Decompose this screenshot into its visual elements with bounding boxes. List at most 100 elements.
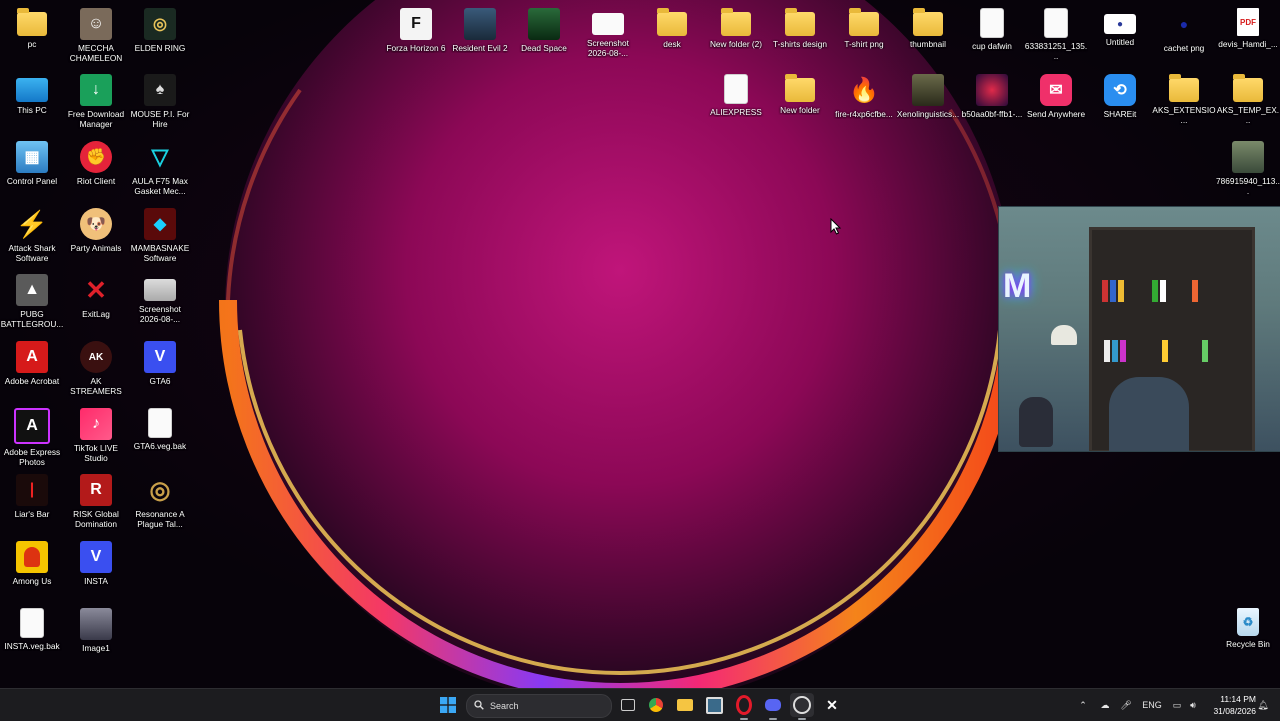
desktop-icon-riot-client[interactable]: ✊ Riot Client <box>64 137 128 201</box>
vegas-icon: V <box>144 341 176 373</box>
desktop-icon-adobe-express[interactable]: A Adobe Express Photos <box>0 404 64 468</box>
desktop-icon-party-animals[interactable]: 🐶 Party Animals <box>64 204 128 268</box>
desktop-icon-screenshot-1[interactable]: Screenshot 2026-08-... <box>128 270 192 334</box>
file-explorer-taskbar-button[interactable] <box>673 693 697 717</box>
desktop-icon-insta[interactable]: V INSTA <box>64 537 128 601</box>
image-icon: ● <box>1104 14 1136 34</box>
file-icon <box>724 74 748 104</box>
obs-taskbar-button[interactable] <box>790 693 814 720</box>
desktop-icon-attack-shark[interactable]: ⚡ Attack Shark Software <box>0 204 64 268</box>
desktop-icon-label: AK STREAMERS <box>70 376 122 396</box>
desktop-icon-thumbnail[interactable]: thumbnail <box>896 4 960 68</box>
image-icon <box>1044 8 1068 38</box>
desktop-icon-fire[interactable]: 🔥 fire-r4xp6cfbe... <box>832 70 896 134</box>
file-icon <box>148 408 172 438</box>
desktop-icon-label: Adobe Express Photos <box>3 447 61 467</box>
language-indicator[interactable]: ENG <box>1140 689 1164 721</box>
desktop-icon-mambasnake[interactable]: ◆ MAMBASNAKE Software <box>128 204 192 268</box>
desktop-icon-desk[interactable]: desk <box>640 4 704 68</box>
desktop-icon-cup-dafwin[interactable]: cup dafwin <box>960 4 1024 68</box>
forza-icon: F <box>400 8 432 40</box>
desktop-icon-b50aa0bf[interactable]: b50aa0bf-ffb1-... <box>960 70 1024 134</box>
desktop-icon-risk[interactable]: R RISK Global Domination <box>64 470 128 534</box>
snipping-tool-icon <box>705 696 723 714</box>
chrome-taskbar-button[interactable] <box>644 693 668 717</box>
cloud-icon: ☁ <box>1100 699 1110 710</box>
desktop-icon-ak-streamers[interactable]: AK AK STREAMERS <box>64 337 128 401</box>
start-button[interactable] <box>436 693 460 717</box>
desktop-icon-label: INSTA.veg.bak <box>4 641 60 651</box>
desktop-icon-forza-horizon-6[interactable]: F Forza Horizon 6 <box>384 4 448 68</box>
desktop-icon-aks-extension[interactable]: AKS_EXTENSIO... <box>1152 70 1216 134</box>
desktop-icon-elden-ring[interactable]: ◎ ELDEN RING <box>128 4 192 68</box>
desktop-icon-adobe-acrobat[interactable]: A Adobe Acrobat <box>0 337 64 401</box>
task-view-button[interactable] <box>616 693 640 717</box>
desktop-icon-mouse-pi[interactable]: ♠ MOUSE P.I. For Hire <box>128 70 192 134</box>
volume-tray-button[interactable]: 🔊︎ <box>1186 689 1200 721</box>
desktop-icon-786915940[interactable]: 786915940_113... <box>1216 137 1280 201</box>
desktop-icon-screenshot-2[interactable]: Screenshot 2026-08-... <box>576 4 640 68</box>
desktop-icon-insta-veg-bak[interactable]: INSTA.veg.bak <box>0 604 64 668</box>
control-panel-icon: ▦ <box>16 141 48 173</box>
taskbar-search-box[interactable]: Search <box>466 694 612 718</box>
image-icon <box>976 74 1008 106</box>
folder-icon <box>1233 74 1263 102</box>
desktop-icon-new-folder[interactable]: New folder <box>768 70 832 134</box>
desktop-icon-among-us[interactable]: Among Us <box>0 537 64 601</box>
desktop-icon-resident-evil-2[interactable]: Resident Evil 2 <box>448 4 512 68</box>
desktop-icon-recycle-bin[interactable]: ♻ Recycle Bin <box>1216 604 1280 668</box>
desktop-icon-aula-f75[interactable]: ▽ AULA F75 Max Gasket Mec... <box>128 137 192 201</box>
desktop-icon-new-folder-2[interactable]: New folder (2) <box>704 4 768 68</box>
desktop-icon-t-shirts-design[interactable]: T-shirts design <box>768 4 832 68</box>
risk-icon: R <box>80 474 112 506</box>
desktop-icon-this-pc[interactable]: This PC <box>0 70 64 134</box>
exitlag-icon: ✕ <box>85 274 107 305</box>
game-icon: ☺ <box>80 8 112 40</box>
desktop-icon-t-shirt-png[interactable]: T-shirt png <box>832 4 896 68</box>
desktop-icon-send-anywhere[interactable]: ✉ Send Anywhere <box>1024 70 1088 134</box>
desktop-icon-control-panel[interactable]: ▦ Control Panel <box>0 137 64 201</box>
taskbar: Search ✕ ⌃ ☁ 🎤︎ ENG ▭ 🔊︎ 11:14 PM 31/08/… <box>0 688 1280 721</box>
desktop-icon-label: thumbnail <box>910 39 946 49</box>
desktop-icon-pc[interactable]: pc <box>0 4 64 68</box>
onedrive-tray-button[interactable]: ☁ <box>1097 689 1113 721</box>
desktop-icon-dead-space[interactable]: Dead Space <box>512 4 576 68</box>
opera-taskbar-button[interactable] <box>732 693 756 720</box>
desktop-icon-image1[interactable]: Image1 <box>64 604 128 668</box>
send-anywhere-icon: ✉ <box>1040 74 1072 106</box>
desktop-icon-gta6[interactable]: V GTA6 <box>128 337 192 401</box>
desktop-icon-aliexpress[interactable]: ALIEXPRESS <box>704 70 768 134</box>
notification-center-button[interactable]: 🔔︎ <box>1256 689 1270 721</box>
desktop-icon-devis-hamdi[interactable]: PDF devis_Hamdi_... <box>1216 4 1280 68</box>
pdf-icon: PDF <box>1237 8 1259 36</box>
desktop-icon-pubg[interactable]: ▲ PUBG BATTLEGROU... <box>0 270 64 334</box>
desktop-icon-label: INSTA <box>84 576 108 586</box>
network-tray-button[interactable]: ▭ <box>1170 689 1184 721</box>
desktop-icon-tiktok-live[interactable]: ♪ TikTok LIVE Studio <box>64 404 128 468</box>
clock[interactable]: 11:14 PM 31/08/2026 <box>1208 693 1256 717</box>
desktop-icon-aks-temp[interactable]: AKS_TEMP_EX... <box>1216 70 1280 134</box>
desktop-icon-633831251[interactable]: 633831251_135... <box>1024 4 1088 68</box>
desktop-icon-exitlag[interactable]: ✕ ExitLag <box>64 270 128 334</box>
desktop-icon-label: AKS_TEMP_EX... <box>1216 105 1280 125</box>
desktop-icon-label: fire-r4xp6cfbe... <box>835 109 893 119</box>
desktop-icon-label: Control Panel <box>6 176 58 186</box>
desktop-icon-label: ELDEN RING <box>134 43 186 53</box>
desktop-icon-cachet-png[interactable]: ● cachet png <box>1152 4 1216 68</box>
desktop-icon-label: Adobe Acrobat <box>4 376 60 386</box>
desktop-icon-meccha-chameleon[interactable]: ☺ MECCHA CHAMELEON <box>64 4 128 68</box>
snipping-tool-taskbar-button[interactable] <box>702 693 726 717</box>
desktop-icon-resonance[interactable]: ◎ Resonance A Plague Tal... <box>128 470 192 534</box>
microphone-tray-button[interactable]: 🎤︎ <box>1119 689 1133 721</box>
desktop-icon-gta6-veg-bak[interactable]: GTA6.veg.bak <box>128 404 192 468</box>
desktop-icon-free-download-manager[interactable]: ↓ Free Download Manager <box>64 70 128 134</box>
show-hidden-icons-button[interactable]: ⌃ <box>1076 689 1090 721</box>
desktop-icon-label: ExitLag <box>82 309 110 319</box>
capcut-taskbar-button[interactable]: ✕ <box>820 693 844 717</box>
microphone-icon: 🎤︎ <box>1120 699 1132 710</box>
desktop-icon-xenolinguistics[interactable]: Xenolinguistics... <box>896 70 960 134</box>
desktop-icon-untitled[interactable]: ● Untitled <box>1088 4 1152 68</box>
discord-taskbar-button[interactable] <box>761 693 785 720</box>
desktop-icon-liars-bar[interactable]: | Liar's Bar <box>0 470 64 534</box>
desktop-icon-shareit[interactable]: ⟲ SHAREit <box>1088 70 1152 134</box>
